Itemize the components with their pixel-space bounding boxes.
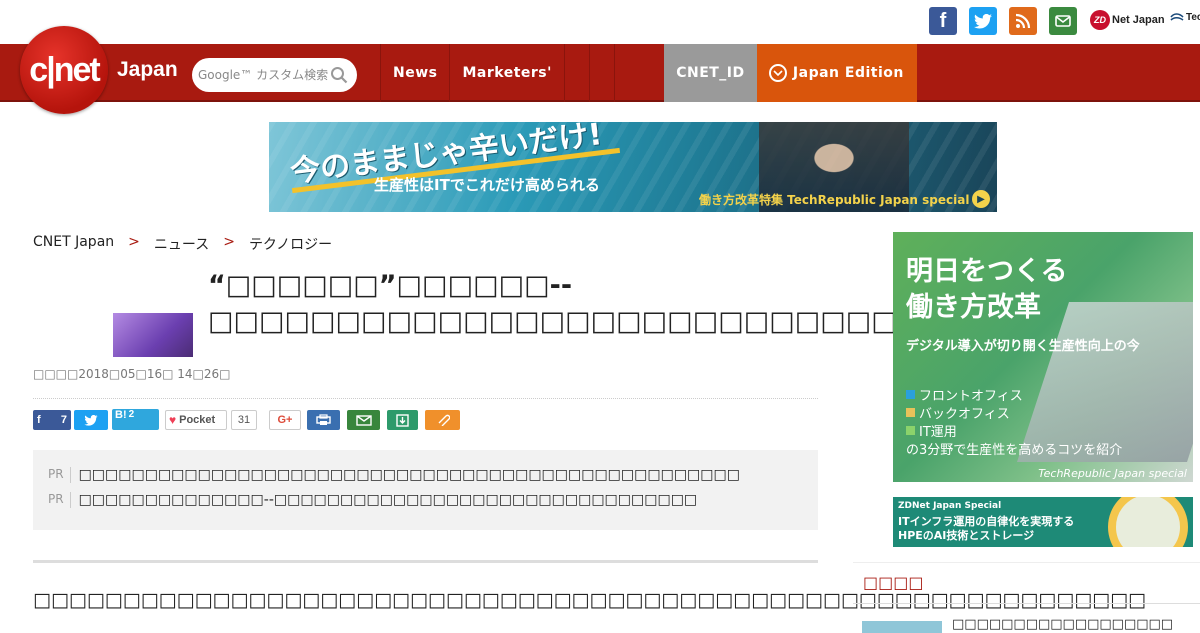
- techrepublic-label: Tec: [1186, 11, 1200, 23]
- pr-item[interactable]: PR □□□□□□□□□□□□□□--□□□□□□□□□□□□□□□□□□□□□…: [48, 492, 697, 508]
- breadcrumb-separator: >: [128, 234, 140, 250]
- breadcrumb-separator: >: [223, 234, 235, 250]
- nav-items: News Marketers' CNET_ID Japan Edition: [380, 44, 917, 102]
- square-bullet-icon: [906, 390, 915, 399]
- search-icon[interactable]: [330, 66, 348, 84]
- pocket-label: Pocket: [179, 414, 216, 426]
- download-icon: [396, 413, 409, 427]
- sidebar-ad-list-text: バックオフィス: [919, 407, 1010, 422]
- clip-button[interactable]: [425, 410, 460, 430]
- sidebar-ad-hpe[interactable]: ZDNet Japan Special ITインフラ運用の自律化を実現する HP…: [893, 497, 1193, 547]
- nav-item-edition[interactable]: Japan Edition: [756, 44, 917, 102]
- sidebar-section-header: □□□□: [853, 562, 1200, 604]
- breadcrumb: CNET Japan > ニュース > テクノロジー: [33, 234, 332, 254]
- sidebar-ad-footer: TechRepublic Japan special: [1038, 467, 1187, 480]
- breadcrumb-item-home[interactable]: CNET Japan: [33, 234, 114, 254]
- sidebar-ad2-line1: ITインフラ運用の自律化を実現する: [898, 515, 1075, 528]
- print-button[interactable]: [307, 410, 340, 430]
- twitter-share-button[interactable]: [74, 410, 108, 430]
- facebook-share-button[interactable]: f 7: [33, 410, 71, 430]
- pocket-icon: ♥: [169, 413, 177, 427]
- square-bullet-icon: [906, 426, 915, 435]
- article-title: “□□□□□□”□□□□□□--□□□□□□□□□□□□□□□□□□□□□□□□…: [208, 270, 974, 337]
- sidebar-ad-list-item: フロントオフィス: [906, 385, 1023, 404]
- article-lead: □□□□□□□□□□□□□□□□□□□□□□□□□□□□□□□□□□□□□□□□…: [33, 589, 1147, 611]
- sidebar-ad-headline-2: 働き方改革: [906, 292, 1041, 323]
- nav-item-blank-3[interactable]: [613, 44, 639, 102]
- logo-japan-label[interactable]: Japan: [117, 58, 178, 82]
- nav-item-blank-1[interactable]: [563, 44, 589, 102]
- sidebar-ad-list-text: IT運用: [919, 425, 957, 440]
- sidebar-ad-list-item: バックオフィス: [906, 403, 1010, 422]
- zdnet-label: Net Japan: [1112, 14, 1165, 26]
- mail-icon[interactable]: [1049, 7, 1077, 35]
- google-plus-button[interactable]: G+: [269, 410, 301, 430]
- nav-item-blank-2[interactable]: [588, 44, 614, 102]
- techrepublic-logo[interactable]: Tec: [1170, 10, 1200, 24]
- email-share-button[interactable]: [347, 410, 380, 430]
- sidebar-section-title: □□□□: [863, 573, 924, 592]
- banner-subline: 生産性はITでこれだけ高められる: [374, 176, 600, 194]
- pr-box: PR □□□□□□□□□□□□□□□□□□□□□□□□□□□□□□□□□□□□□…: [33, 450, 818, 530]
- mail-icon: [355, 414, 372, 426]
- article-date: □□□□2018□05□16□ 14□26□: [33, 367, 231, 381]
- paperclip-icon: [438, 414, 450, 426]
- print-icon: [316, 414, 331, 425]
- sidebar-ad-tail: の3分野で生産性を高めるコツを紹介: [906, 443, 1123, 458]
- sidebar-ad2-line2: HPEのAI技術とストレージ: [898, 529, 1035, 542]
- laptop-image: [1017, 302, 1193, 462]
- banner-special-label: 働き方改革特集 TechRepublic Japan special: [699, 193, 970, 207]
- pr-item-text: □□□□□□□□□□□□□□--□□□□□□□□□□□□□□□□□□□□□□□□…: [78, 492, 698, 508]
- sidebar-item-thumbnail[interactable]: [862, 621, 942, 633]
- cnet-logo[interactable]: c|net: [20, 26, 108, 114]
- square-bullet-icon: [906, 408, 915, 417]
- monitor-icon: [1108, 497, 1188, 547]
- divider: [33, 560, 818, 563]
- nav-item-marketers[interactable]: Marketers': [449, 44, 563, 102]
- edition-label: Japan Edition: [792, 65, 904, 81]
- techrepublic-icon: [1170, 13, 1184, 21]
- twitter-icon: [84, 414, 98, 426]
- save-button[interactable]: [387, 410, 418, 430]
- zdnet-badge: ZD: [1090, 10, 1110, 30]
- hatena-count: 2: [128, 409, 135, 420]
- nav-item-news[interactable]: News: [380, 44, 449, 102]
- pr-item-text: □□□□□□□□□□□□□□□□□□□□□□□□□□□□□□□□□□□□□□□□…: [78, 467, 740, 483]
- pr-tag: PR: [48, 492, 71, 508]
- sidebar-ad-work-reform[interactable]: 明日をつくる 働き方改革 デジタル導入が切り開く生産性向上の今 フロントオフィス…: [893, 232, 1193, 482]
- search-box: [192, 58, 357, 92]
- hatena-bookmark-button[interactable]: B! 2: [112, 409, 159, 430]
- pr-tag: PR: [48, 467, 71, 483]
- facebook-icon: f: [37, 414, 41, 426]
- pocket-button[interactable]: ♥ Pocket: [165, 410, 227, 430]
- sidebar-ad-list-item: IT運用: [906, 421, 957, 440]
- facebook-share-count: 7: [60, 414, 67, 426]
- sidebar-ad2-label: ZDNet Japan Special: [898, 501, 1002, 511]
- sidebar-ad-list-text: フロントオフィス: [919, 389, 1023, 404]
- main-nav: c|net Japan News Marketers' CNET_ID Japa…: [0, 26, 1200, 114]
- top-social-strip: f ZD Net Japan Tec: [0, 0, 1200, 44]
- pocket-count: 31: [231, 410, 257, 430]
- breadcrumb-item-category[interactable]: テクノロジー: [249, 234, 332, 254]
- article-thumbnail: [113, 313, 193, 357]
- hatena-label: B!: [115, 409, 127, 421]
- rss-icon[interactable]: [1009, 7, 1037, 35]
- twitter-icon[interactable]: [969, 7, 997, 35]
- breadcrumb-item-news[interactable]: ニュース: [154, 234, 209, 254]
- divider: [33, 398, 818, 399]
- cnet-logo-text: c|net: [29, 50, 100, 89]
- chevron-down-icon: [768, 64, 787, 82]
- facebook-glyph: f: [939, 9, 947, 32]
- nav-item-cnet-id[interactable]: CNET_ID: [663, 44, 757, 102]
- pr-item[interactable]: PR □□□□□□□□□□□□□□□□□□□□□□□□□□□□□□□□□□□□□…: [48, 467, 740, 483]
- arrow-right-icon: ▶: [972, 190, 990, 208]
- sidebar-ad2-text: ITインフラ運用の自律化を実現する HPEのAI技術とストレージ: [898, 515, 1074, 543]
- sidebar-ad-sub: デジタル導入が切り開く生産性向上の今: [906, 339, 1140, 354]
- sidebar-ad-headline: 明日をつくる 働き方改革: [906, 254, 1067, 326]
- sidebar-ad-headline-1: 明日をつくる: [906, 256, 1068, 287]
- facebook-icon[interactable]: f: [929, 7, 957, 35]
- search-input[interactable]: [198, 68, 328, 82]
- zdnet-logo[interactable]: ZD Net Japan: [1090, 9, 1165, 31]
- banner-ad[interactable]: 今のままじゃ辛いだけ! 生産性はITでこれだけ高められる 働き方改革特集 Tec…: [269, 122, 997, 212]
